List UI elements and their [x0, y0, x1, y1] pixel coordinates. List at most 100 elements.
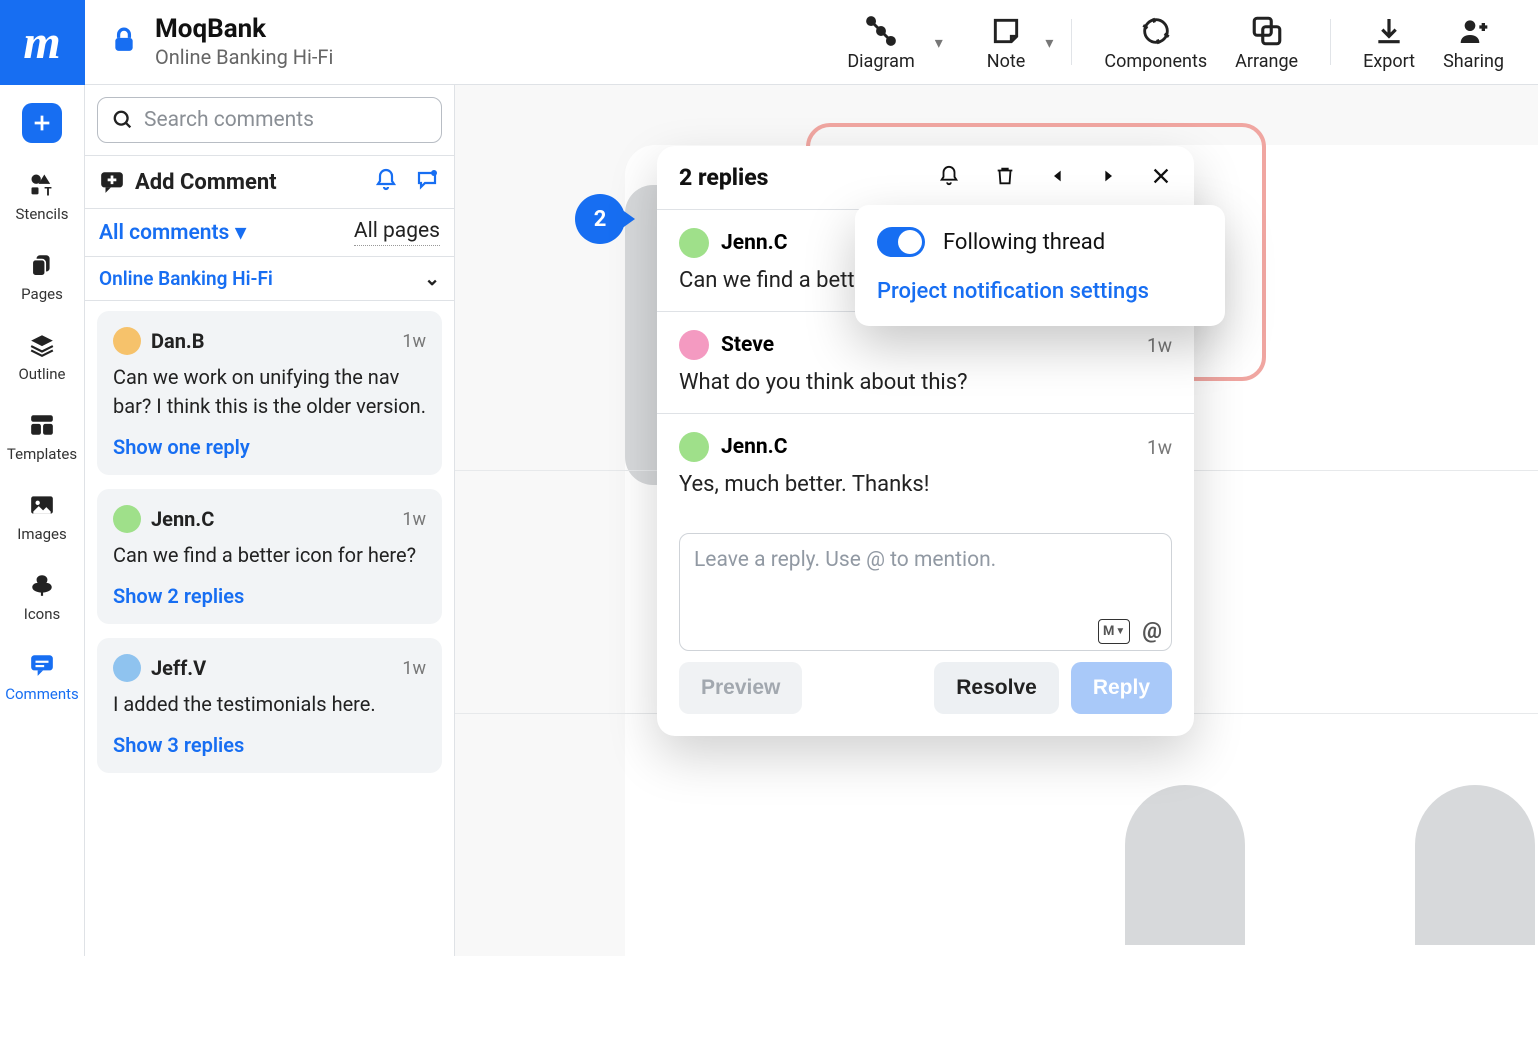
rail-images[interactable]: Images [17, 489, 67, 543]
panel-bell-icon[interactable] [374, 168, 398, 196]
icons-icon [29, 572, 55, 598]
rail-comments-label: Comments [5, 685, 79, 703]
author: Dan.B [151, 329, 204, 353]
arrange-icon [1250, 14, 1284, 48]
timestamp: 1w [402, 658, 426, 679]
author: Steve [721, 333, 774, 357]
add-comment-label: Add Comment [135, 170, 277, 195]
author: Jeff.V [151, 656, 206, 680]
tool-sharing[interactable]: Sharing [1429, 13, 1518, 72]
following-label: Following thread [943, 230, 1105, 255]
left-rail: m T Stencils Pages Outline Templates Ima… [0, 0, 85, 956]
author: Jenn.C [151, 507, 214, 531]
add-button[interactable] [22, 103, 62, 143]
thread-message: Steve 1w What do you think about this? [657, 312, 1194, 414]
templates-icon [28, 412, 56, 438]
show-replies-link[interactable]: Show 2 replies [113, 584, 426, 608]
caret-down-icon: ▾ [235, 220, 246, 245]
filter-dropdown[interactable]: All comments ▾ [99, 220, 246, 245]
replies-count: 2 replies [679, 164, 768, 191]
notification-settings-link[interactable]: Project notification settings [877, 279, 1203, 304]
rail-icons-label: Icons [24, 605, 61, 623]
author: Jenn.C [721, 435, 787, 459]
mention-icon[interactable]: @ [1142, 619, 1162, 644]
page-row[interactable]: Online Banking Hi-Fi ⌄ [85, 256, 454, 301]
panel-chat-icon[interactable] [414, 168, 440, 196]
plus-icon [31, 112, 53, 134]
show-replies-link[interactable]: Show one reply [113, 435, 426, 459]
export-icon [1373, 15, 1405, 47]
lock-icon[interactable] [111, 25, 137, 59]
search-input[interactable]: Search comments [97, 97, 442, 143]
preview-button[interactable]: Preview [679, 662, 802, 714]
tool-diagram-group[interactable]: Diagram ▾ [833, 13, 942, 72]
thread-next-icon[interactable] [1100, 167, 1116, 189]
all-pages-toggle[interactable]: All pages [354, 219, 440, 246]
comments-panel: Search comments Add Comment All comments… [85, 85, 455, 956]
markdown-icon[interactable]: M▼ [1098, 619, 1130, 644]
outline-icon [29, 332, 55, 358]
following-toggle[interactable] [877, 227, 925, 257]
comment-body: Can we find a better icon for here? [113, 541, 426, 570]
filter-label: All comments [99, 221, 229, 245]
tool-components[interactable]: Components [1090, 13, 1221, 72]
comment-body: Can we work on unifying the nav bar? I t… [113, 363, 426, 421]
rail-comments[interactable]: Comments [5, 649, 79, 703]
chevron-down-icon: ⌄ [424, 267, 440, 290]
rail-templates-label: Templates [7, 445, 77, 463]
comment-card[interactable]: Dan.B 1w Can we work on unifying the nav b… [97, 311, 442, 475]
diagram-icon [863, 14, 899, 48]
tool-export-label: Export [1363, 51, 1415, 72]
page-label: Online Banking Hi-Fi [99, 267, 273, 290]
tool-components-label: Components [1104, 51, 1207, 72]
timestamp: 1w [402, 509, 426, 530]
tool-note-label: Note [987, 51, 1026, 72]
message-body: What do you think about this? [679, 370, 1172, 395]
tool-export[interactable]: Export [1349, 13, 1429, 72]
thread-close-icon[interactable] [1150, 165, 1172, 191]
tool-sharing-label: Sharing [1443, 51, 1504, 72]
add-comment-button[interactable]: Add Comment [99, 169, 277, 195]
timestamp: 1w [1147, 436, 1172, 459]
note-caret-icon[interactable]: ▾ [1045, 33, 1053, 52]
thread-prev-icon[interactable] [1050, 167, 1066, 189]
tool-note-group[interactable]: Note ▾ [973, 13, 1054, 72]
timestamp: 1w [1147, 334, 1172, 357]
comment-list[interactable]: Dan.B 1w Can we work on unifying the nav b… [85, 301, 454, 956]
message-body: Yes, much better. Thanks! [679, 472, 1172, 497]
sharing-icon [1457, 15, 1491, 47]
comments-icon [28, 652, 56, 678]
app-logo[interactable]: m [0, 0, 85, 85]
thread-message: Jenn.C 1w Yes, much better. Thanks! [657, 414, 1194, 515]
svg-text:T: T [44, 185, 52, 199]
reply-button[interactable]: Reply [1071, 662, 1172, 714]
rail-outline[interactable]: Outline [18, 329, 65, 383]
tool-arrange-label: Arrange [1235, 51, 1298, 72]
thread-bell-icon[interactable] [938, 165, 960, 191]
show-replies-link[interactable]: Show 3 replies [113, 733, 426, 757]
comment-pin[interactable]: 2 [575, 194, 625, 244]
note-icon [990, 15, 1022, 47]
comment-card[interactable]: Jeff.V1wI added the testimonials here.Sh… [97, 638, 442, 773]
timestamp: 1w [402, 331, 426, 352]
add-comment-icon [99, 169, 125, 195]
rail-stencils[interactable]: T Stencils [16, 169, 69, 223]
diagram-caret-icon[interactable]: ▾ [935, 33, 943, 52]
resolve-button[interactable]: Resolve [934, 662, 1059, 714]
rail-templates[interactable]: Templates [7, 409, 77, 463]
search-icon [112, 109, 134, 131]
rail-pages-label: Pages [21, 285, 63, 303]
rail-stencils-label: Stencils [16, 205, 69, 223]
follow-popover: Following thread Project notification se… [855, 205, 1225, 326]
rail-pages[interactable]: Pages [21, 249, 63, 303]
tool-arrange[interactable]: Arrange [1221, 13, 1312, 72]
rail-outline-label: Outline [18, 365, 65, 383]
project-title: MoqBank [155, 15, 333, 44]
rail-icons[interactable]: Icons [24, 569, 61, 623]
thread-trash-icon[interactable] [994, 165, 1016, 191]
project-title-block[interactable]: MoqBank Online Banking Hi-Fi [155, 15, 333, 70]
rail-images-label: Images [17, 525, 67, 543]
project-subtitle: Online Banking Hi-Fi [155, 45, 333, 69]
comment-card[interactable]: Jenn.C 1w Can we find a better icon for he… [97, 489, 442, 624]
topbar: MoqBank Online Banking Hi-Fi Diagram ▾ N… [85, 0, 1538, 85]
